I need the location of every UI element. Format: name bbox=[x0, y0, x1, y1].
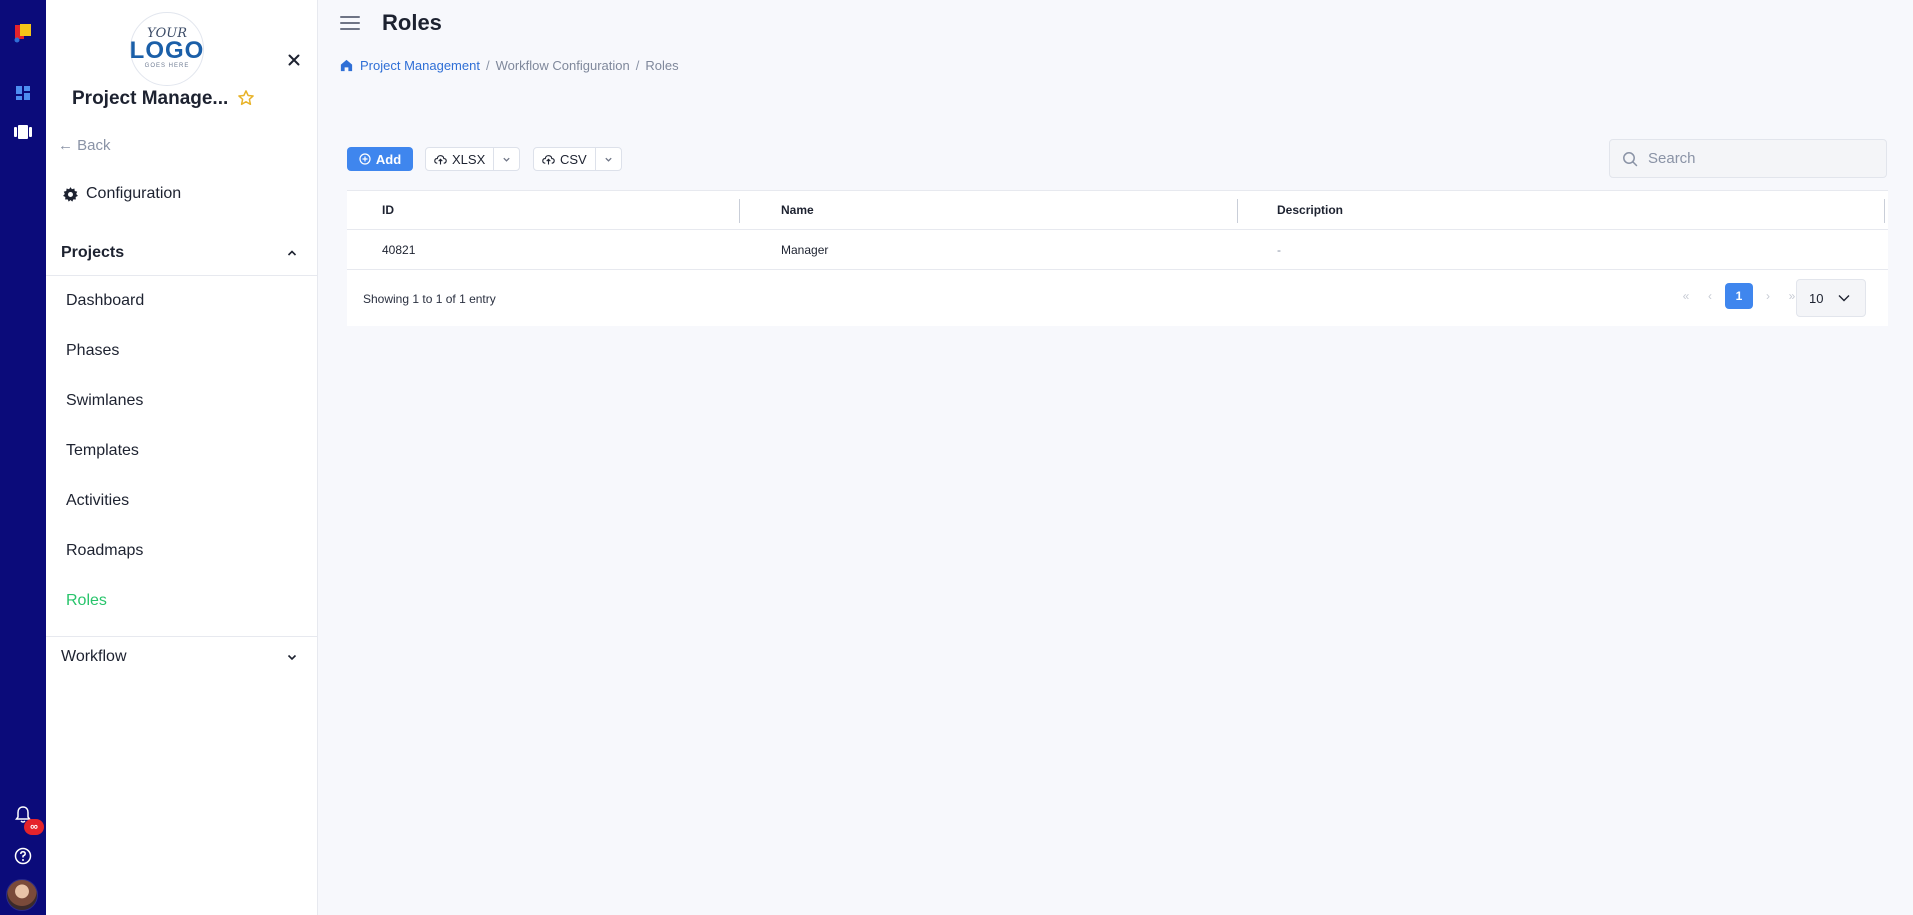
menu-toggle-icon[interactable] bbox=[340, 16, 360, 32]
notification-badge: ∞ bbox=[24, 819, 44, 835]
sidebar-item-roles[interactable]: Roles bbox=[66, 592, 107, 610]
workflow-section-label: Workflow bbox=[61, 647, 127, 665]
help-icon[interactable] bbox=[12, 845, 34, 867]
back-link[interactable]: ← Back bbox=[58, 137, 111, 154]
breadcrumb: Project Management / Workflow Configurat… bbox=[339, 58, 679, 73]
breadcrumb-project-management[interactable]: Project Management bbox=[360, 58, 480, 73]
rows-per-page-select[interactable]: 10 bbox=[1796, 279, 1866, 317]
sidebar-item-roadmaps[interactable]: Roadmaps bbox=[66, 542, 143, 560]
page-1-button[interactable]: 1 bbox=[1725, 283, 1753, 309]
chevron-down-icon bbox=[1838, 295, 1850, 302]
project-title: Project Manage... bbox=[72, 88, 229, 109]
pagination-info: Showing 1 to 1 of 1 entry bbox=[363, 292, 496, 306]
column-header-name[interactable]: Name bbox=[781, 191, 814, 229]
add-button[interactable]: Add bbox=[347, 147, 413, 171]
xlsx-export-button[interactable]: XLSX bbox=[426, 148, 493, 170]
csv-options-dropdown[interactable] bbox=[594, 148, 621, 170]
gear-icon bbox=[63, 186, 78, 202]
column-resize-handle[interactable] bbox=[1237, 199, 1238, 223]
chevron-down-icon bbox=[503, 157, 510, 162]
boards-icon[interactable] bbox=[12, 121, 34, 143]
csv-export-button[interactable]: CSV bbox=[534, 148, 595, 170]
xlsx-export-group: XLSX bbox=[425, 147, 521, 171]
workflow-section-toggle[interactable]: Workflow bbox=[46, 636, 318, 676]
cloud-upload-icon bbox=[434, 154, 447, 165]
search-box bbox=[1609, 139, 1887, 178]
configuration-link[interactable]: Configuration bbox=[62, 185, 181, 203]
xlsx-options-dropdown[interactable] bbox=[493, 148, 519, 170]
csv-export-group: CSV bbox=[533, 147, 622, 171]
table-header: ID Name Description bbox=[347, 190, 1888, 230]
search-icon bbox=[1623, 151, 1638, 166]
search-input[interactable] bbox=[1648, 150, 1868, 167]
sidebar-item-activities[interactable]: Activities bbox=[66, 492, 129, 510]
first-page-icon[interactable]: « bbox=[1677, 284, 1695, 308]
column-header-id[interactable]: ID bbox=[382, 191, 394, 229]
cell-description: - bbox=[1277, 242, 1281, 257]
table-footer: Showing 1 to 1 of 1 entry « ‹ 1 › » 10 bbox=[347, 270, 1888, 326]
app-logo-icon[interactable] bbox=[12, 22, 34, 44]
next-page-icon[interactable]: › bbox=[1759, 284, 1777, 308]
configuration-label: Configuration bbox=[86, 185, 182, 202]
breadcrumb-current: Roles bbox=[645, 58, 679, 73]
pagination: « ‹ 1 › » bbox=[1677, 283, 1801, 309]
column-header-description[interactable]: Description bbox=[1277, 191, 1343, 229]
projects-section-toggle[interactable]: Projects bbox=[46, 230, 318, 276]
close-sidebar-icon[interactable] bbox=[286, 52, 302, 68]
cell-name: Manager bbox=[781, 242, 829, 257]
cloud-upload-icon bbox=[542, 154, 555, 165]
favorite-star-icon[interactable] bbox=[237, 89, 255, 112]
home-icon[interactable] bbox=[339, 58, 354, 73]
user-avatar[interactable] bbox=[6, 879, 38, 911]
company-logo: YOUR LOGO GOES HERE bbox=[130, 12, 204, 86]
app-rail: ∞ bbox=[0, 0, 46, 915]
column-resize-handle[interactable] bbox=[739, 199, 740, 223]
sidebar-item-templates[interactable]: Templates bbox=[66, 442, 139, 460]
projects-section-label: Projects bbox=[61, 243, 125, 261]
roles-table: ID Name Description 40821 Manager - Show… bbox=[347, 190, 1888, 326]
sidebar: YOUR LOGO GOES HERE Project Manage... ← … bbox=[46, 0, 318, 915]
chevron-down-icon bbox=[605, 157, 612, 162]
page-title: Roles bbox=[382, 10, 442, 35]
plus-circle-icon bbox=[359, 153, 371, 165]
table-row[interactable]: 40821 Manager - bbox=[347, 230, 1888, 270]
column-resize-handle[interactable] bbox=[1884, 199, 1885, 223]
cell-id: 40821 bbox=[382, 242, 416, 257]
chevron-up-icon bbox=[287, 249, 297, 256]
sidebar-item-dashboard[interactable]: Dashboard bbox=[66, 292, 144, 310]
dashboard-icon[interactable] bbox=[12, 82, 34, 104]
breadcrumb-workflow-configuration[interactable]: Workflow Configuration bbox=[496, 58, 630, 73]
previous-page-icon[interactable]: ‹ bbox=[1701, 284, 1719, 308]
sidebar-item-phases[interactable]: Phases bbox=[66, 342, 119, 360]
sidebar-item-swimlanes[interactable]: Swimlanes bbox=[66, 392, 143, 410]
chevron-down-icon bbox=[287, 654, 297, 660]
